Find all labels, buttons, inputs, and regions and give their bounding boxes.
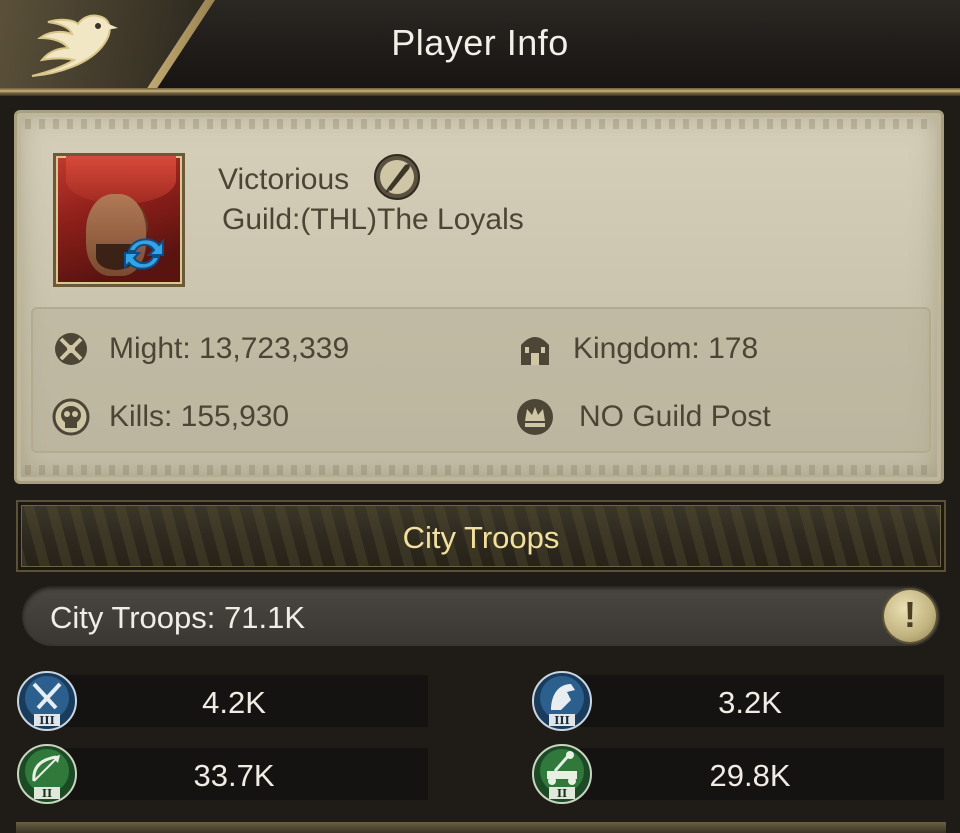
troop-ranged-row: 33.7K [40,748,428,800]
svg-text:III: III [39,714,54,727]
troop-count: 4.2K [202,685,266,720]
troop-infantry-row: 4.2K [40,675,428,727]
castle-icon [521,337,549,365]
page-title: Player Info [391,22,569,63]
troop-count: 33.7K [193,758,275,793]
crossed-swords-icon [55,333,87,365]
might-stat: Might: 13,723,339 [51,329,349,369]
kills-value: Kills: 155,930 [109,400,290,433]
profile-card: Victorious Guild:(THL)The Loyals Might: … [14,110,944,484]
infantry-tier3-icon[interactable]: III [16,670,78,732]
player-name: Victorious [218,163,350,196]
troop-count: 29.8K [709,758,791,793]
stats-panel: Might: 13,723,339 Kills: 155,930 Kingdom… [31,307,931,453]
skull-icon [52,398,90,436]
kingdom-value: Kingdom: 178 [573,332,759,365]
troop-cavalry-row: 3.2K [556,675,944,727]
card-ornament [25,465,933,475]
city-troops-total-bar: City Troops: 71.1K ! [22,586,940,646]
guild-post-value: NO Guild Post [579,400,771,433]
swap-arrow-icon[interactable] [121,231,167,277]
card-ornament [25,119,933,129]
svg-text:II: II [557,787,567,800]
cavalry-tier3-icon[interactable]: III [531,670,593,732]
guild-post-stat: NO Guild Post [515,397,771,437]
ranged-tier2-icon[interactable]: II [16,743,78,805]
siege-tier2-icon[interactable]: II [531,743,593,805]
svg-text:III: III [554,714,569,727]
city-troops-heading: City Troops [402,520,560,555]
crown-shield-icon [517,399,553,435]
svg-text:II: II [42,787,52,800]
info-button[interactable]: ! [884,590,936,642]
top-bar: Player Info [0,0,960,96]
troop-siege-row: 29.8K [556,748,944,800]
troop-count: 3.2K [718,685,782,720]
header-divider [0,88,960,96]
kingdom-stat: Kingdom: 178 [515,329,758,369]
exclamation-icon: ! [904,594,916,635]
kills-stat: Kills: 155,930 [51,397,289,437]
quill-icon [374,154,420,200]
next-section-edge [16,822,946,833]
city-troops-total: City Troops: 71.1K [50,600,306,635]
might-value: Might: 13,723,339 [109,332,350,365]
city-troops-banner: City Troops [16,500,946,572]
guild-name: Guild:(THL)The Loyals [222,203,524,236]
